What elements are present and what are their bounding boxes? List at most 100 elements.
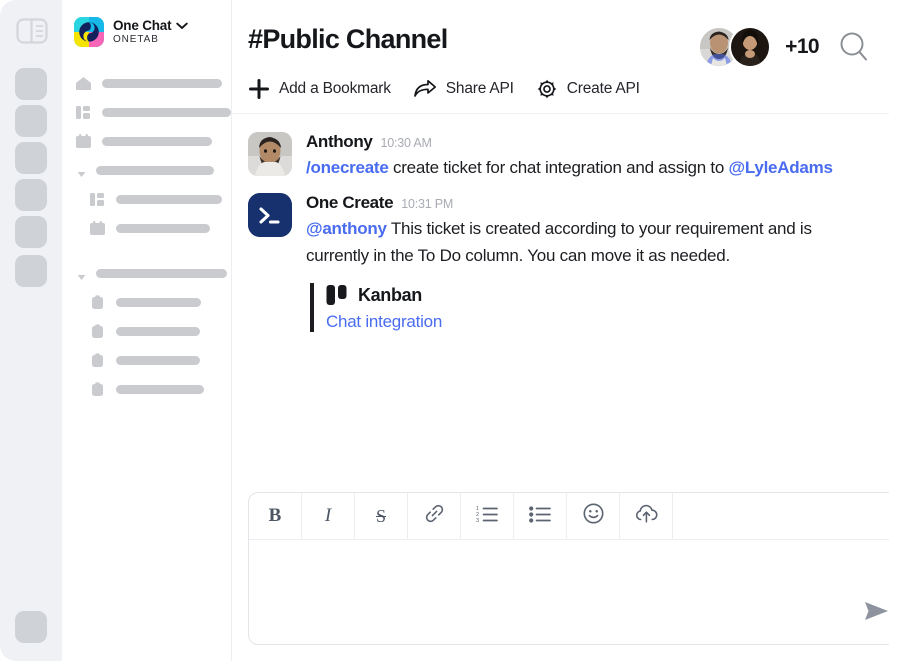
folder-icon bbox=[89, 381, 106, 398]
icon-rail bbox=[0, 0, 62, 661]
sidebar-subitem-label bbox=[116, 224, 210, 233]
attachment-header: Kanban bbox=[326, 283, 869, 307]
rail-button-2[interactable] bbox=[15, 105, 47, 137]
sidebar-item-home[interactable] bbox=[62, 69, 231, 98]
share-api-label: Share API bbox=[445, 80, 514, 97]
sidebar-subitem-label bbox=[116, 356, 200, 365]
folder-icon bbox=[89, 294, 106, 311]
sidebar-subitem-calendar[interactable] bbox=[62, 214, 231, 243]
search-icon[interactable] bbox=[837, 30, 871, 64]
app-window: One Chat ONETAB #Public Channel +10 Add … bbox=[0, 0, 889, 661]
sidebar: One Chat ONETAB bbox=[62, 0, 232, 661]
sidebar-toggle-icon[interactable] bbox=[16, 18, 48, 44]
composer-wrapper: B I S 1 2 3 bbox=[232, 492, 889, 661]
message-item: Anthony 10:30 AM /onecreate create ticke… bbox=[248, 132, 869, 181]
channel-header: #Public Channel +10 bbox=[232, 0, 889, 68]
avatar[interactable] bbox=[729, 26, 772, 68]
strikethrough-button[interactable]: S bbox=[355, 493, 408, 539]
attach-button[interactable] bbox=[620, 493, 673, 539]
link-icon bbox=[424, 503, 445, 529]
share-api-button[interactable]: Share API bbox=[413, 79, 514, 99]
bold-icon: B bbox=[268, 505, 282, 526]
workspace-switcher[interactable]: One Chat ONETAB bbox=[62, 0, 231, 47]
sidebar-group-1[interactable] bbox=[62, 156, 231, 185]
emoji-icon bbox=[583, 503, 604, 529]
bold-button[interactable]: B bbox=[249, 493, 302, 539]
message-composer: B I S 1 2 3 bbox=[248, 492, 889, 645]
avatar[interactable] bbox=[248, 132, 292, 176]
header-actions: +10 bbox=[698, 16, 889, 68]
sidebar-subitem-label bbox=[116, 298, 201, 307]
message-body: One Create 10:31 PM @anthony This ticket… bbox=[306, 193, 869, 333]
ordered-list-button[interactable]: 1 2 3 bbox=[461, 493, 514, 539]
bullet-list-button[interactable] bbox=[514, 493, 567, 539]
bookmark-toolbar: Add a Bookmark Share API Create API bbox=[232, 68, 889, 114]
create-api-button[interactable]: Create API bbox=[536, 78, 640, 100]
strikethrough-icon: S bbox=[375, 505, 386, 526]
message-item: One Create 10:31 PM @anthony This ticket… bbox=[248, 193, 869, 333]
sidebar-subitem-folder-4[interactable] bbox=[62, 375, 231, 404]
ordered-list-icon: 1 2 3 bbox=[476, 504, 498, 529]
member-avatars[interactable] bbox=[698, 26, 772, 68]
sidebar-item-label bbox=[102, 137, 212, 146]
user-mention[interactable]: @LyleAdams bbox=[729, 158, 833, 177]
sidebar-subitem-dashboard[interactable] bbox=[62, 185, 231, 214]
workspace-subtitle: ONETAB bbox=[113, 34, 159, 46]
message-author: One Create bbox=[306, 193, 394, 213]
italic-icon: I bbox=[324, 505, 332, 526]
folder-icon bbox=[89, 323, 106, 340]
message-input[interactable] bbox=[249, 540, 889, 644]
emoji-button[interactable] bbox=[567, 493, 620, 539]
rail-button-5[interactable] bbox=[15, 216, 47, 248]
italic-button[interactable]: I bbox=[302, 493, 355, 539]
formatting-toolbar: B I S 1 2 3 bbox=[249, 493, 889, 540]
sidebar-subitem-label bbox=[116, 327, 200, 336]
svg-text:3: 3 bbox=[476, 518, 479, 524]
sidebar-group-2[interactable] bbox=[62, 259, 231, 288]
sidebar-group-label bbox=[96, 269, 227, 278]
sidebar-group-label bbox=[96, 166, 214, 175]
avatar[interactable] bbox=[248, 193, 292, 238]
sidebar-subitem-label bbox=[116, 385, 204, 394]
rail-button-3[interactable] bbox=[15, 142, 47, 174]
folder-icon bbox=[89, 352, 106, 369]
rail-button-6[interactable] bbox=[15, 255, 47, 287]
send-icon[interactable] bbox=[861, 596, 889, 626]
attachment-link[interactable]: Chat integration bbox=[326, 312, 869, 332]
page-title: #Public Channel bbox=[248, 24, 448, 54]
app-logo-icon bbox=[74, 17, 104, 47]
sidebar-item-calendar[interactable] bbox=[62, 127, 231, 156]
rail-button-4[interactable] bbox=[15, 179, 47, 211]
sidebar-subitem-folder-3[interactable] bbox=[62, 346, 231, 375]
slash-command[interactable]: /onecreate bbox=[306, 158, 389, 177]
add-bookmark-label: Add a Bookmark bbox=[279, 80, 391, 97]
sidebar-nav-list bbox=[62, 69, 231, 404]
message-body: Anthony 10:30 AM /onecreate create ticke… bbox=[306, 132, 869, 181]
bullet-list-icon bbox=[529, 504, 551, 529]
sidebar-subitem-folder-1[interactable] bbox=[62, 288, 231, 317]
rail-button-1[interactable] bbox=[15, 68, 47, 100]
caret-down-icon[interactable] bbox=[77, 269, 86, 280]
rail-button-bottom[interactable] bbox=[15, 611, 47, 643]
create-api-label: Create API bbox=[566, 80, 640, 97]
sidebar-subitem-folder-2[interactable] bbox=[62, 317, 231, 346]
caret-down-icon[interactable] bbox=[77, 166, 86, 177]
link-button[interactable] bbox=[408, 493, 461, 539]
sidebar-subitem-label bbox=[116, 195, 222, 204]
user-mention[interactable]: @anthony bbox=[306, 219, 387, 238]
message-list: Anthony 10:30 AM /onecreate create ticke… bbox=[232, 114, 889, 492]
calendar-icon bbox=[75, 133, 92, 150]
attachment-card[interactable]: Kanban Chat integration bbox=[310, 283, 869, 333]
chevron-down-icon[interactable] bbox=[176, 19, 189, 33]
home-icon bbox=[75, 75, 92, 92]
add-bookmark-button[interactable]: Add a Bookmark bbox=[248, 78, 391, 100]
member-overflow-count[interactable]: +10 bbox=[785, 35, 819, 59]
workspace-name: One Chat bbox=[113, 17, 172, 33]
share-icon bbox=[413, 79, 437, 99]
plus-icon bbox=[248, 78, 270, 100]
message-text: /onecreate create ticket for chat integr… bbox=[306, 155, 869, 181]
dashboard-icon bbox=[75, 104, 92, 121]
sidebar-item-dashboard[interactable] bbox=[62, 98, 231, 127]
attachment-title: Kanban bbox=[358, 284, 422, 305]
